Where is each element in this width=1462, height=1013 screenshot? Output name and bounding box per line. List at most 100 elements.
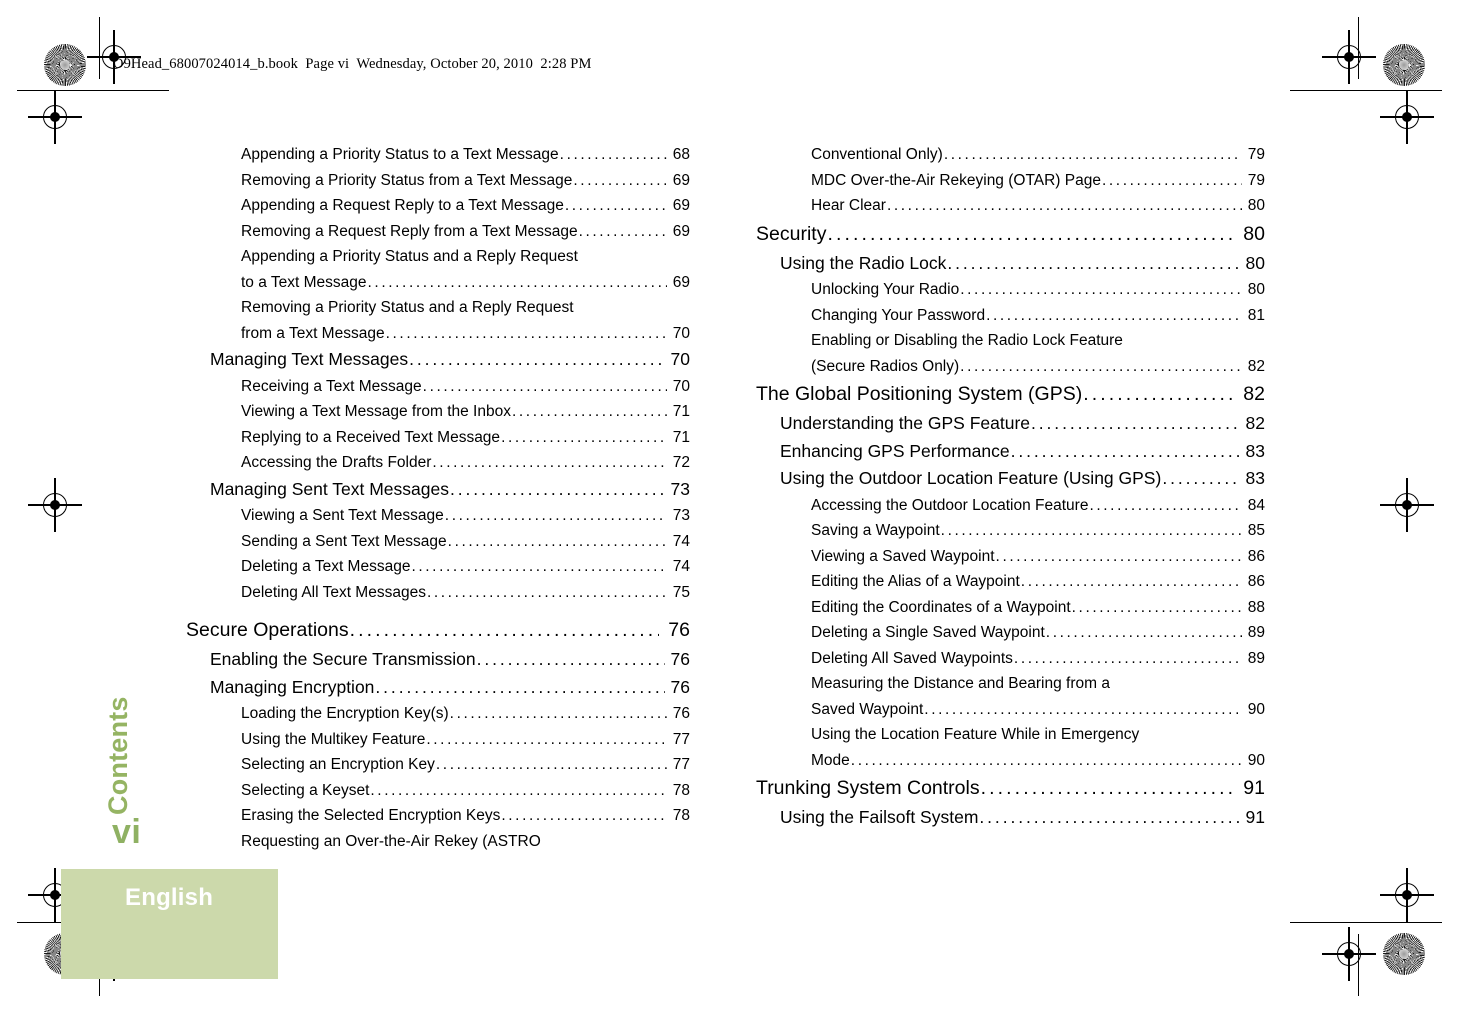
toc-entry-level-3[interactable]: Appending a Request Reply to a Text Mess… (186, 193, 690, 219)
toc-entry-level-1[interactable]: The Global Positioning System (GPS).....… (756, 379, 1265, 410)
toc-entry-label: Secure Operations (186, 619, 349, 641)
toc-entry-level-3[interactable]: Deleting All Saved Waypoints............… (756, 646, 1265, 672)
toc-entry-label: Sending a Sent Text Message (241, 532, 447, 550)
toc-entry-level-3[interactable]: Mode....................................… (756, 748, 1265, 774)
toc-entry-level-3[interactable]: Viewing a Text Message from the Inbox...… (186, 399, 690, 425)
toc-entry-page-number: 85 (1247, 522, 1265, 539)
toc-entry-level-3[interactable]: Replying to a Received Text Message.....… (186, 425, 690, 451)
toc-entry-level-3[interactable]: Accessing the Drafts Folder.............… (186, 450, 690, 476)
toc-entry-page-number: 90 (1247, 700, 1265, 718)
toc-entry-level-2[interactable]: Understanding the GPS Feature...........… (756, 410, 1265, 438)
toc-leader-dots: ........................................… (1071, 598, 1242, 616)
toc-entry-level-3[interactable]: Unlocking Your Radio....................… (756, 277, 1265, 303)
toc-leader-dots: ........................................… (995, 547, 1242, 565)
toc-entry-page-number: 77 (672, 756, 690, 773)
toc-leader-dots: ........................................… (385, 324, 667, 342)
toc-entry-level-3[interactable]: Accessing the Outdoor Location Feature..… (756, 493, 1265, 519)
toc-leader-dots: ........................................… (426, 583, 667, 601)
toc-entry-level-3[interactable]: Selecting a Keyset......................… (186, 778, 690, 804)
toc-entry-level-3[interactable]: Deleting a Text Message.................… (186, 554, 690, 580)
toc-entry-level-3[interactable]: Editing the Coordinates of a Waypoint...… (756, 595, 1265, 621)
toc-entry-page-number: 91 (1245, 807, 1265, 827)
toc-leader-dots: ........................................… (940, 522, 1242, 539)
toc-entry-level-1[interactable]: Secure Operations.......................… (186, 615, 690, 646)
toc-entry-page-number: 69 (672, 171, 690, 189)
toc-entry-level-2[interactable]: Managing Sent Text Messages.............… (186, 476, 690, 504)
toc-entry-level-1[interactable]: Trunking System Controls................… (756, 773, 1265, 804)
toc-entry-level-3[interactable]: Appending a Priority Status to a Text Me… (186, 142, 690, 168)
toc-entry-level-3[interactable]: from a Text Message.....................… (186, 321, 690, 347)
toc-entry-level-1[interactable]: Security................................… (756, 219, 1265, 250)
toc-entry-label: Deleting a Text Message (241, 558, 411, 575)
toc-entry-label: Deleting All Saved Waypoints (811, 649, 1013, 667)
toc-entry-label: Editing the Alias of a Waypoint (811, 573, 1020, 590)
toc-entry-level-3[interactable]: Removing a Priority Status and a Reply R… (186, 295, 690, 321)
toc-entry-level-3[interactable]: Removing a Priority Status from a Text M… (186, 168, 690, 194)
toc-entry-label: Viewing a Sent Text Message (241, 507, 444, 524)
registration-mark-bottom-right-outer (1380, 868, 1434, 922)
toc-entry-level-2[interactable]: Enabling the Secure Transmission........… (186, 646, 690, 674)
toc-entry-level-2[interactable]: Using the Failsoft System...............… (756, 804, 1265, 832)
toc-entry-level-3[interactable]: Sending a Sent Text Message.............… (186, 529, 690, 555)
toc-entry-level-3[interactable]: (Secure Radios Only)....................… (756, 354, 1265, 380)
toc-entry-label: Editing the Coordinates of a Waypoint (811, 598, 1071, 616)
toc-entry-level-3[interactable]: Hear Clear..............................… (756, 193, 1265, 219)
toc-entry-label: Deleting a Single Saved Waypoint (811, 624, 1045, 641)
toc-leader-dots: ........................................… (426, 730, 667, 748)
registration-mark-middle-left (28, 478, 82, 532)
toc-entry-label: Unlocking Your Radio (811, 281, 960, 298)
toc-entry-level-2[interactable]: Using the Radio Lock....................… (756, 250, 1265, 278)
toc-entry-label: Removing a Request Reply from a Text Mes… (241, 222, 578, 240)
toc-entry-level-3[interactable]: Erasing the Selected Encryption Keys....… (186, 803, 690, 829)
toc-entry-level-2[interactable]: Managing Text Messages..................… (186, 346, 690, 374)
toc-leader-dots: ........................................… (564, 197, 667, 214)
toc-entry-page-number: 76 (670, 649, 690, 669)
toc-entry-label: Appending a Priority Status to a Text Me… (241, 146, 559, 163)
toc-leader-dots: ........................................… (980, 777, 1234, 799)
page-number-folio: vi (112, 813, 142, 851)
toc-entry-level-3[interactable]: Saving a Waypoint.......................… (756, 518, 1265, 544)
toc-entry-level-3[interactable]: Deleting a Single Saved Waypoint........… (756, 620, 1265, 646)
trim-line-top-left-vertical (99, 17, 101, 79)
toc-entry-level-2[interactable]: Managing Encryption.....................… (186, 674, 690, 702)
toc-entry-level-3[interactable]: Using the Location Feature While in Emer… (756, 722, 1265, 748)
toc-entry-level-3[interactable]: Appending a Priority Status and a Reply … (186, 244, 690, 270)
toc-entry-label: Removing a Priority Status from a Text M… (241, 171, 573, 189)
toc-entry-label: Understanding the GPS Feature (780, 413, 1031, 433)
toc-entry-level-3[interactable]: Viewing a Sent Text Message.............… (186, 503, 690, 529)
toc-entry-level-3[interactable]: Measuring the Distance and Bearing from … (756, 671, 1265, 697)
toc-entry-label: Using the Outdoor Location Feature (Usin… (780, 468, 1162, 488)
toc-entry-level-3[interactable]: MDC Over-the-Air Rekeying (OTAR) Page...… (756, 168, 1265, 194)
toc-entry-level-3[interactable]: Using the Multikey Feature..............… (186, 727, 690, 753)
trim-line-bottom-right-horizontal (1290, 922, 1442, 924)
trim-line-bottom-right-vertical (1358, 934, 1360, 996)
toc-entry-level-3[interactable]: Loading the Encryption Key(s)...........… (186, 701, 690, 727)
toc-leader-dots: ........................................… (960, 281, 1242, 298)
toc-entry-label: Requesting an Over-the-Air Rekey (ASTRO (241, 832, 541, 850)
toc-entry-level-2[interactable]: Enhancing GPS Performance...............… (756, 438, 1265, 466)
toc-entry-page-number: 68 (672, 146, 690, 163)
toc-entry-level-3[interactable]: to a Text Message.......................… (186, 270, 690, 296)
toc-entry-level-3[interactable]: Viewing a Saved Waypoint................… (756, 544, 1265, 570)
toc-entry-page-number: 86 (1247, 573, 1265, 590)
toc-entry-level-3[interactable]: Editing the Alias of a Waypoint.........… (756, 569, 1265, 595)
toc-leader-dots: ........................................… (827, 222, 1234, 245)
toc-entry-level-3[interactable]: Enabling or Disabling the Radio Lock Fea… (756, 328, 1265, 354)
toc-entry-label: Using the Multikey Feature (241, 730, 426, 748)
toc-entry-page-number: 78 (672, 807, 690, 824)
toc-section-spacer (186, 605, 690, 615)
toc-entry-level-3[interactable]: Receiving a Text Message................… (186, 374, 690, 400)
toc-entry-level-3[interactable]: Requesting an Over-the-Air Rekey (ASTRO.… (186, 829, 690, 855)
toc-leader-dots: ........................................… (449, 705, 667, 722)
toc-entry-level-3[interactable]: Removing a Request Reply from a Text Mes… (186, 219, 690, 245)
toc-entry-level-3[interactable]: Changing Your Password..................… (756, 303, 1265, 329)
toc-entry-level-3[interactable]: Deleting All Text Messages..............… (186, 580, 690, 606)
toc-entry-page-number: 79 (1247, 171, 1265, 189)
toc-entry-level-3[interactable]: Conventional Only)......................… (756, 142, 1265, 168)
toc-entry-level-3[interactable]: Saved Waypoint..........................… (756, 697, 1265, 723)
toc-entry-label: Replying to a Received Text Message (241, 428, 501, 446)
toc-entry-level-3[interactable]: Selecting an Encryption Key.............… (186, 752, 690, 778)
toc-leader-dots: ........................................… (1083, 383, 1234, 405)
registration-mark-bottom-right-inner (1322, 927, 1376, 981)
toc-entry-level-2[interactable]: Using the Outdoor Location Feature (Usin… (756, 465, 1265, 493)
